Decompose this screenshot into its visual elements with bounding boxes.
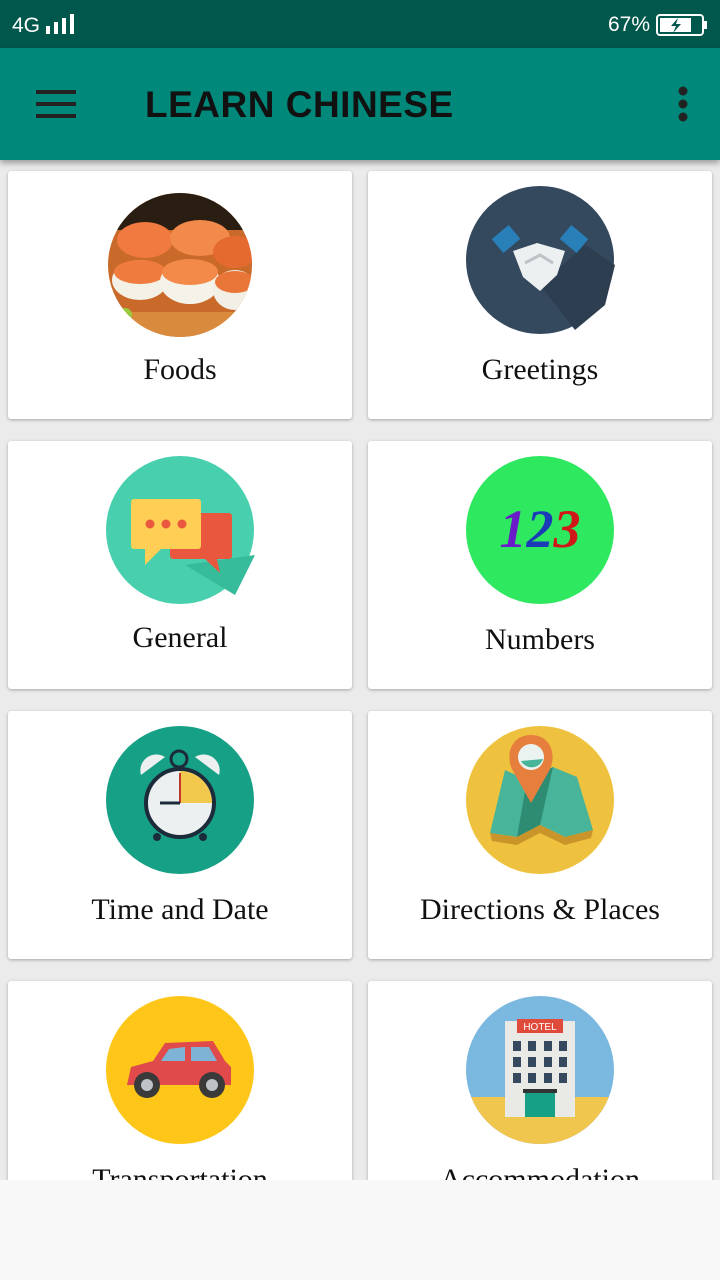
chat-bubbles-icon [106,456,255,604]
category-card-time-date[interactable]: Time and Date [8,711,352,959]
category-card-general[interactable]: General [8,441,352,689]
alarm-clock-icon [106,726,254,874]
bottom-area [0,1180,720,1280]
category-grid: Foods Greetings General 123 Numbers Time… [0,160,720,1180]
category-label: Accommodation [440,1163,640,1180]
more-options-icon[interactable] [676,86,690,122]
status-bar: 4G 67% [0,0,720,48]
category-label: Numbers [485,623,595,656]
handshake-icon [466,186,615,334]
hotel-sign-text: HOTEL [523,1022,557,1033]
category-card-accommodation[interactable]: HOTEL Accommodation [368,981,712,1180]
hotel-icon: HOTEL [466,996,614,1144]
category-card-transportation[interactable]: Transportation [8,981,352,1180]
hamburger-menu-icon[interactable] [36,90,76,118]
svg-text:123: 123 [500,499,581,559]
signal-icon [46,14,74,34]
map-pin-icon [466,726,614,874]
category-label: Time and Date [91,893,269,926]
category-card-numbers[interactable]: 123 Numbers [368,441,712,689]
category-label: Foods [143,353,217,386]
app-title: LEARN CHINESE [145,84,454,125]
battery-charging-icon [656,14,707,36]
battery-percent: 67% [607,13,650,36]
category-card-foods[interactable]: Foods [8,171,352,419]
category-card-directions-places[interactable]: Directions & Places [368,711,712,959]
sushi-icon [108,193,252,337]
car-icon [106,996,254,1144]
category-label: Transportation [92,1163,268,1180]
numbers-123-icon: 123 [466,456,614,604]
app-bar: LEARN CHINESE [0,48,720,160]
category-label: Greetings [481,353,599,386]
category-label: Directions & Places [420,893,660,926]
network-type: 4G [12,14,41,37]
category-card-greetings[interactable]: Greetings [368,171,712,419]
category-label: General [132,621,228,654]
